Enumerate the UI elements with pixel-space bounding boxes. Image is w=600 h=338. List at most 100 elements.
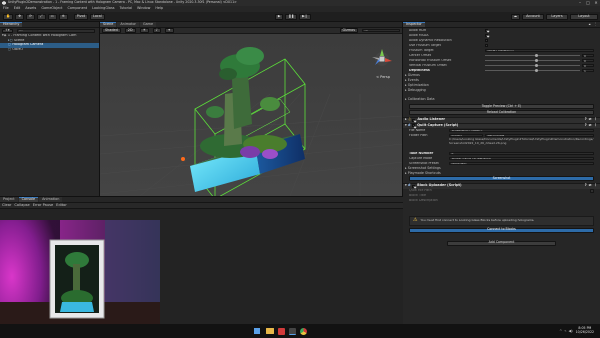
menu-component[interactable]: Component — [67, 6, 87, 11]
layout-dropdown[interactable]: Layout — [570, 13, 598, 20]
block-uploader-enabled-checkbox[interactable] — [411, 184, 416, 188]
chrome-taskbar-icon[interactable] — [300, 327, 308, 335]
webcam-overlay — [0, 220, 160, 333]
menu-file[interactable]: File — [3, 6, 9, 11]
hand-tool-icon[interactable]: ✋ — [3, 13, 14, 20]
close-button[interactable]: ✕ — [592, 0, 600, 6]
step-button[interactable]: ▶❙ — [299, 13, 311, 20]
explorer-taskbar-icon[interactable] — [266, 328, 275, 334]
console-clear-button[interactable]: Clear — [2, 203, 11, 207]
inspector-lock-icon[interactable]: 🔒︎ — [589, 22, 591, 27]
component-settings-icon[interactable]: ⇌ — [589, 117, 592, 122]
maximize-button[interactable]: □ — [584, 0, 592, 6]
component-menu-icon[interactable]: ⋮ — [594, 117, 597, 122]
audio-toggle-icon[interactable]: ♪ — [152, 28, 161, 33]
network-icon[interactable]: ⌁ — [564, 329, 566, 333]
tab-scene[interactable]: Scene — [100, 22, 117, 27]
tab-game[interactable]: Game — [139, 22, 157, 27]
allow-msaa-checkbox[interactable] — [485, 33, 489, 38]
component-menu-icon[interactable]: ⋮ — [594, 123, 597, 128]
component-settings-icon[interactable]: ⇌ — [589, 183, 592, 188]
hierarchy-item-obmo[interactable]: ◻ OBMO — [0, 48, 99, 53]
file-name-field[interactable]: Screenshot{{date}} — [449, 128, 594, 133]
tray-chevron-icon[interactable]: ^ — [559, 329, 562, 333]
tab-animation[interactable]: Animation — [39, 197, 63, 202]
depthiness-slider[interactable]: 1 — [485, 68, 594, 73]
component-settings-icon[interactable]: ⇌ — [589, 123, 592, 128]
allow-hdr-checkbox[interactable] — [485, 28, 489, 33]
tab-animator[interactable]: Animator — [117, 22, 139, 27]
shading-mode-dropdown[interactable]: Shaded — [102, 28, 121, 33]
tab-project[interactable]: Project — [0, 197, 18, 202]
allow-dynamic-resolution-checkbox[interactable] — [485, 38, 489, 43]
menu-assets[interactable]: Assets — [25, 6, 36, 11]
toggle-preview-button[interactable]: Toggle Preview (Ctrl + E) — [409, 104, 594, 109]
hierarchy-search-input[interactable]: All — [16, 29, 95, 33]
layers-dropdown[interactable]: Layers — [546, 13, 568, 20]
collab-icon[interactable]: ☁ — [510, 13, 520, 20]
console-error-pause-button[interactable]: Error Pause — [33, 203, 53, 207]
transform-tool-icon[interactable]: ⊕ — [58, 13, 68, 20]
audio-listener-enabled-checkbox[interactable] — [412, 118, 416, 122]
menu-edit[interactable]: Edit — [14, 6, 21, 11]
frustum-target-field[interactable]: None (Transform) — [485, 48, 594, 53]
tab-console[interactable]: Console — [18, 197, 39, 202]
rotate-tool-icon[interactable]: ⟳ — [26, 13, 35, 20]
component-help-icon[interactable]: ? — [585, 123, 587, 128]
console-collapse-button[interactable]: Collapse — [14, 203, 29, 207]
pivot-toggle[interactable]: Pivot — [73, 13, 89, 20]
center-offset-slider[interactable]: 0 — [485, 53, 594, 58]
perspective-label[interactable]: < Persp — [376, 75, 391, 79]
tab-inspector[interactable]: Inspector — [403, 22, 425, 27]
lighting-toggle-icon[interactable]: ☀ — [139, 28, 149, 33]
menu-gameobject[interactable]: GameObject — [41, 6, 62, 11]
minimize-button[interactable]: – — [576, 0, 584, 6]
2d-toggle[interactable]: 2D — [124, 28, 136, 33]
play-button[interactable]: ▶ — [274, 13, 284, 20]
tab-hierarchy[interactable]: Hierarchy — [0, 22, 23, 27]
scale-tool-icon[interactable]: ⤢ — [36, 13, 46, 20]
folder-path-field[interactable]: Recordings — [485, 133, 594, 138]
unity-taskbar-icon[interactable] — [289, 327, 297, 335]
taskbar-clock[interactable]: 8:05 PM 10/26/2022 — [576, 326, 594, 335]
add-component-button[interactable]: Add Component — [447, 240, 556, 246]
screenshot-preset-dropdown[interactable]: Automatic — [449, 161, 594, 166]
volume-icon[interactable]: ◀) — [568, 329, 572, 333]
capture-mode-dropdown[interactable]: Single Frame (Screenshot) — [449, 156, 594, 161]
menu-window[interactable]: Window — [137, 6, 150, 11]
effects-toggle-icon[interactable]: ✦ — [164, 28, 174, 33]
create-button[interactable]: +▾ — [2, 28, 13, 34]
component-help-icon[interactable]: ? — [585, 117, 587, 122]
move-tool-icon[interactable]: ✥ — [15, 13, 25, 20]
scene-view[interactable]: Scene Animator Game Shaded 2D ☀ ♪ ✦ Gizm… — [100, 22, 403, 196]
center-offset-row: Center Offset 0 — [403, 53, 600, 58]
account-dropdown[interactable]: Account — [522, 13, 544, 20]
screenshot-button[interactable]: Screenshot — [409, 176, 594, 181]
space-toggle[interactable]: Local — [90, 13, 105, 20]
transform-tools: ✋ ✥ ⟳ ⤢ ▭ ⊕ — [3, 13, 70, 20]
quilt-file-path-field[interactable] — [590, 189, 594, 193]
quilt-capture-enabled-checkbox[interactable] — [411, 124, 416, 128]
inspector-menu-icon[interactable]: ⋮ — [594, 22, 597, 27]
take-number-field[interactable]: 0 — [449, 151, 594, 156]
menu-lookingglass[interactable]: LookingGlass — [92, 6, 114, 11]
use-frustum-target-checkbox[interactable] — [485, 43, 489, 48]
component-menu-icon[interactable]: ⋮ — [594, 183, 597, 188]
media-taskbar-icon[interactable] — [278, 327, 286, 335]
depthiness-row: Depthiness 1 — [403, 68, 600, 73]
menu-tutorial[interactable]: Tutorial — [120, 6, 132, 11]
rect-tool-icon[interactable]: ▭ — [47, 13, 57, 20]
pause-button[interactable]: ❚❚ — [285, 13, 298, 20]
hierarchy-panel: Hierarchy +▾ All ▾◈ 1 - Framing Content … — [0, 22, 100, 196]
gizmos-dropdown[interactable]: Gizmos — [339, 28, 358, 33]
vertical-frustum-offset-slider[interactable]: 0 — [485, 63, 594, 68]
component-help-icon[interactable]: ? — [585, 183, 587, 188]
menu-help[interactable]: Help — [155, 6, 163, 11]
folder-path-dropdown[interactable]: Project — [449, 133, 483, 138]
reload-calibration-button[interactable]: Reload Calibration — [409, 110, 594, 115]
horizontal-frustum-offset-slider[interactable]: 0 — [485, 58, 594, 63]
start-button-icon[interactable] — [252, 326, 262, 336]
scene-search-input[interactable]: All — [362, 28, 400, 33]
console-editor-dropdown[interactable]: Editor — [56, 203, 67, 207]
scene-viewport[interactable]: < Persp — [100, 34, 403, 196]
